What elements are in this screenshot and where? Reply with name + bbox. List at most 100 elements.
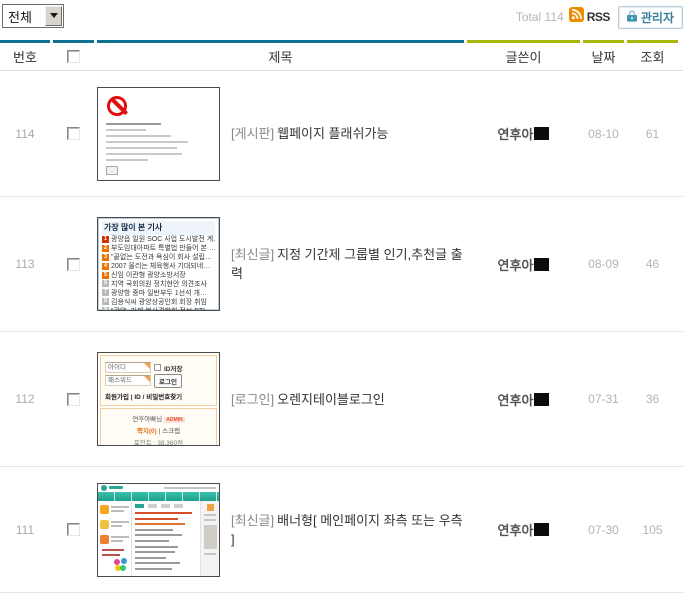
news-rank-badge: 1 bbox=[102, 236, 109, 243]
photo-block bbox=[204, 525, 217, 549]
site-top-links bbox=[164, 487, 216, 489]
post-date: 07-31 bbox=[583, 392, 624, 406]
news-item: 7광양항 중마 일반부두 1선석 개… bbox=[102, 288, 215, 297]
redaction-block bbox=[534, 523, 549, 536]
board-filter-select[interactable]: 전체 bbox=[2, 4, 64, 28]
rss-icon bbox=[569, 7, 584, 27]
post-author[interactable]: 연후아 bbox=[467, 255, 580, 274]
lock-icon bbox=[627, 10, 637, 25]
news-item-text: 김용식씨 광양상공인회 회장 취임 bbox=[111, 297, 207, 306]
news-item-text: 2007 올리는 체육행사 기대되네… bbox=[111, 262, 210, 271]
redaction-block bbox=[534, 393, 549, 406]
site-article-list bbox=[131, 501, 200, 575]
column-header-date: 날짜 bbox=[583, 40, 624, 70]
memo-link: 쪽지(0) bbox=[137, 428, 157, 435]
post-author[interactable]: 연후아 bbox=[467, 390, 580, 409]
tiny-button bbox=[106, 166, 118, 175]
table-row: 111 bbox=[0, 467, 683, 593]
post-thumbnail-login-widget[interactable]: 아이디 ID저장 패스워드 로그인 회원가입 | ID / 비밀번호찾기 연후아… bbox=[97, 352, 220, 446]
column-header-number: 번호 bbox=[0, 40, 50, 70]
pinwheel-icon bbox=[114, 558, 127, 571]
post-title-text: 웹페이지 플래쉬가능 bbox=[277, 126, 388, 141]
post-title-link[interactable]: [최신글]지정 기간제 그룹별 인기,추천글 출력 bbox=[231, 245, 463, 283]
post-date: 08-09 bbox=[583, 257, 624, 271]
row-checkbox[interactable] bbox=[67, 127, 80, 140]
post-author[interactable]: 연후아 bbox=[467, 520, 580, 539]
chevron-down-icon[interactable] bbox=[45, 6, 62, 26]
board-filter-value: 전체 bbox=[3, 7, 44, 26]
news-rank-badge: 5 bbox=[102, 272, 109, 279]
post-author-text: 연후아 bbox=[498, 523, 534, 538]
news-item-text: 광양읍 일원 SOC 사업 도시발전 계… bbox=[111, 235, 215, 244]
news-rank-badge: 6 bbox=[102, 280, 109, 287]
admin-button[interactable]: 관리자 bbox=[618, 6, 683, 29]
post-title-link[interactable]: [로그인]오렌지테이블로그인 bbox=[231, 390, 463, 409]
news-item-text: "끝없는 도전과 욕심이 회사 설립… bbox=[111, 253, 212, 262]
menu-icon bbox=[100, 520, 109, 529]
news-item: 6지역 국회의원 정치현안 의견조사 bbox=[102, 279, 215, 288]
post-number: 111 bbox=[0, 523, 50, 537]
scrap-link: 스크랩 bbox=[162, 428, 180, 435]
text-line bbox=[106, 141, 188, 143]
text-line bbox=[106, 129, 146, 131]
news-rank-badge: 3 bbox=[102, 254, 109, 261]
menu-icon bbox=[100, 505, 109, 514]
column-header-author: 글쓴이 bbox=[467, 40, 580, 70]
post-title-link[interactable]: [게시판]웹페이지 플래쉬가능 bbox=[231, 124, 463, 143]
news-item-text: 부도임대아파트 특별법 만들어 본 … bbox=[111, 244, 215, 253]
table-row: 112 아이디 ID저장 패스워드 로그인 회원가입 | ID bbox=[0, 332, 683, 467]
news-item: 8김용식씨 광양상공인회 회장 취임 bbox=[102, 297, 215, 306]
news-item: 3"끝없는 도전과 욕심이 회사 설립… bbox=[102, 253, 215, 262]
row-checkbox[interactable] bbox=[67, 258, 80, 271]
post-view-count: 105 bbox=[627, 523, 678, 537]
text-line bbox=[106, 147, 177, 149]
row-checkbox[interactable] bbox=[67, 393, 80, 406]
select-all-checkbox[interactable] bbox=[67, 50, 80, 63]
board-header-row: 번호 제목 글쓴이 날짜 조회 bbox=[0, 40, 683, 71]
site-logo-text bbox=[109, 486, 123, 489]
post-category-tag: [로그인] bbox=[231, 392, 274, 407]
id-field: 아이디 bbox=[105, 362, 151, 373]
post-category-tag: [최신글] bbox=[231, 513, 274, 528]
post-date: 07-30 bbox=[583, 523, 624, 537]
post-view-count: 36 bbox=[627, 392, 678, 406]
news-rank-badge: 7 bbox=[102, 289, 109, 296]
news-rank-badge: 2 bbox=[102, 245, 109, 252]
site-logo-icon bbox=[101, 485, 107, 491]
login-form-panel: 아이디 ID저장 패스워드 로그인 회원가입 | ID / 비밀번호찾기 bbox=[100, 355, 217, 406]
post-thumbnail-website-banner[interactable] bbox=[97, 483, 220, 577]
password-field: 패스워드 bbox=[105, 375, 151, 386]
news-item: 42007 올리는 체육행사 기대되네… bbox=[102, 262, 215, 271]
text-line bbox=[106, 153, 182, 155]
menu-icon bbox=[100, 535, 109, 544]
text-line bbox=[106, 159, 148, 161]
site-right-sidebar bbox=[200, 501, 219, 575]
post-category-tag: [게시판] bbox=[231, 126, 274, 141]
news-item-text: 광양항 중마 일반부두 1선석 개… bbox=[111, 288, 207, 297]
rss-link[interactable]: RSS bbox=[569, 7, 610, 27]
table-row: 113 가장 많이 본 기사 1광양읍 일원 SOC 사업 도시발전 계… 2부… bbox=[0, 197, 683, 332]
post-thumbnail-news-list[interactable]: 가장 많이 본 기사 1광양읍 일원 SOC 사업 도시발전 계… 2부도임대아… bbox=[97, 217, 220, 311]
text-line bbox=[106, 135, 171, 137]
post-thumbnail-flash-error[interactable] bbox=[97, 87, 220, 181]
admin-button-label: 관리자 bbox=[641, 9, 674, 26]
news-rank-badge: 4 bbox=[102, 263, 109, 270]
admin-badge: ADMIN bbox=[164, 417, 184, 423]
login-userinfo-panel: 연후아빠님ADMIN 쪽지(0) | 스크랩 포인트 : 38,360점 bbox=[100, 408, 217, 446]
news-item-text: 신임 이관형 광양소방서장 bbox=[111, 271, 186, 280]
news-rank-badge: 9 bbox=[102, 307, 109, 311]
news-item-text: "광양~거제 봉사견학회 정보 BTL… bbox=[111, 306, 214, 311]
post-title-link[interactable]: [최신글]배너형[ 메인페이지 좌측 또는 우측 ] bbox=[231, 511, 463, 549]
board-row-list: 114 [게시판]웹페이지 플래쉬가능 연후아 bbox=[0, 71, 683, 593]
news-item-text: 지역 국회의원 정치현안 의견조사 bbox=[111, 279, 207, 288]
post-author[interactable]: 연후아 bbox=[467, 124, 580, 143]
post-author-text: 연후아 bbox=[498, 258, 534, 273]
news-item: 1광양읍 일원 SOC 사업 도시발전 계… bbox=[102, 235, 215, 244]
row-checkbox[interactable] bbox=[67, 523, 80, 536]
news-rank-badge: 8 bbox=[102, 298, 109, 305]
post-author-text: 연후아 bbox=[498, 393, 534, 408]
total-count-label: Total 114 bbox=[516, 10, 564, 24]
redaction-block bbox=[534, 127, 549, 140]
promo-text-lines bbox=[100, 549, 129, 556]
points-label: 포인트 : 38,360점 bbox=[103, 437, 214, 446]
